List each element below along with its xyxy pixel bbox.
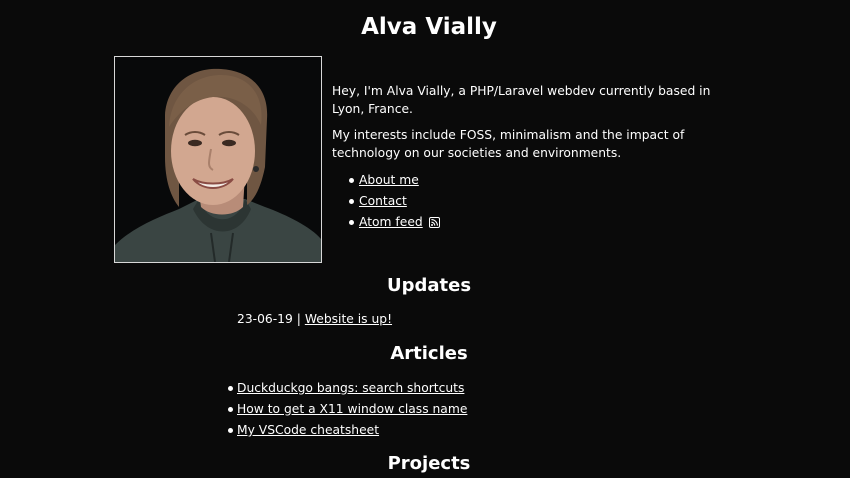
article-link[interactable]: How to get a X11 window class name — [237, 402, 467, 416]
profile-photo — [114, 56, 322, 263]
articles-list: Duckduckgo bangs: search shortcuts How t… — [217, 378, 467, 441]
update-date: 23-06-19 — [237, 312, 293, 326]
contact-link[interactable]: Contact — [359, 194, 407, 208]
intro-text: Hey, I'm Alva Vially, a PHP/Laravel webd… — [332, 84, 711, 116]
atom-feed-label: Atom feed — [359, 215, 423, 229]
list-item: Duckduckgo bangs: search shortcuts — [217, 378, 467, 399]
list-item: My VSCode cheatsheet — [217, 420, 467, 441]
article-link[interactable]: My VSCode cheatsheet — [237, 423, 379, 437]
intro-section: Hey, I'm Alva Vially, a PHP/Laravel webd… — [332, 82, 742, 233]
articles-heading: Articles — [390, 343, 468, 364]
atom-feed-link[interactable]: Atom feed — [359, 215, 440, 229]
update-item: 23-06-19 | Website is up! — [237, 310, 392, 328]
list-item: Atom feed — [332, 212, 742, 233]
update-link[interactable]: Website is up! — [305, 312, 392, 326]
interests-text: My interests include FOSS, minimalism an… — [332, 128, 685, 160]
list-item: How to get a X11 window class name — [217, 399, 467, 420]
rss-icon — [428, 217, 440, 228]
site-title: Alva Vially — [361, 14, 497, 40]
page: Alva Vially Hey, I'm Alva Vially, a PHP/… — [0, 0, 850, 478]
about-me-link[interactable]: About me — [359, 173, 419, 187]
list-item: Contact — [332, 191, 742, 212]
update-separator: | — [296, 312, 301, 326]
projects-heading: Projects — [387, 453, 471, 474]
updates-heading: Updates — [386, 275, 472, 296]
portrait-illustration — [115, 57, 321, 262]
article-link[interactable]: Duckduckgo bangs: search shortcuts — [237, 381, 464, 395]
list-item: About me — [332, 170, 742, 191]
profile-links: About me Contact Atom feed — [332, 170, 742, 233]
